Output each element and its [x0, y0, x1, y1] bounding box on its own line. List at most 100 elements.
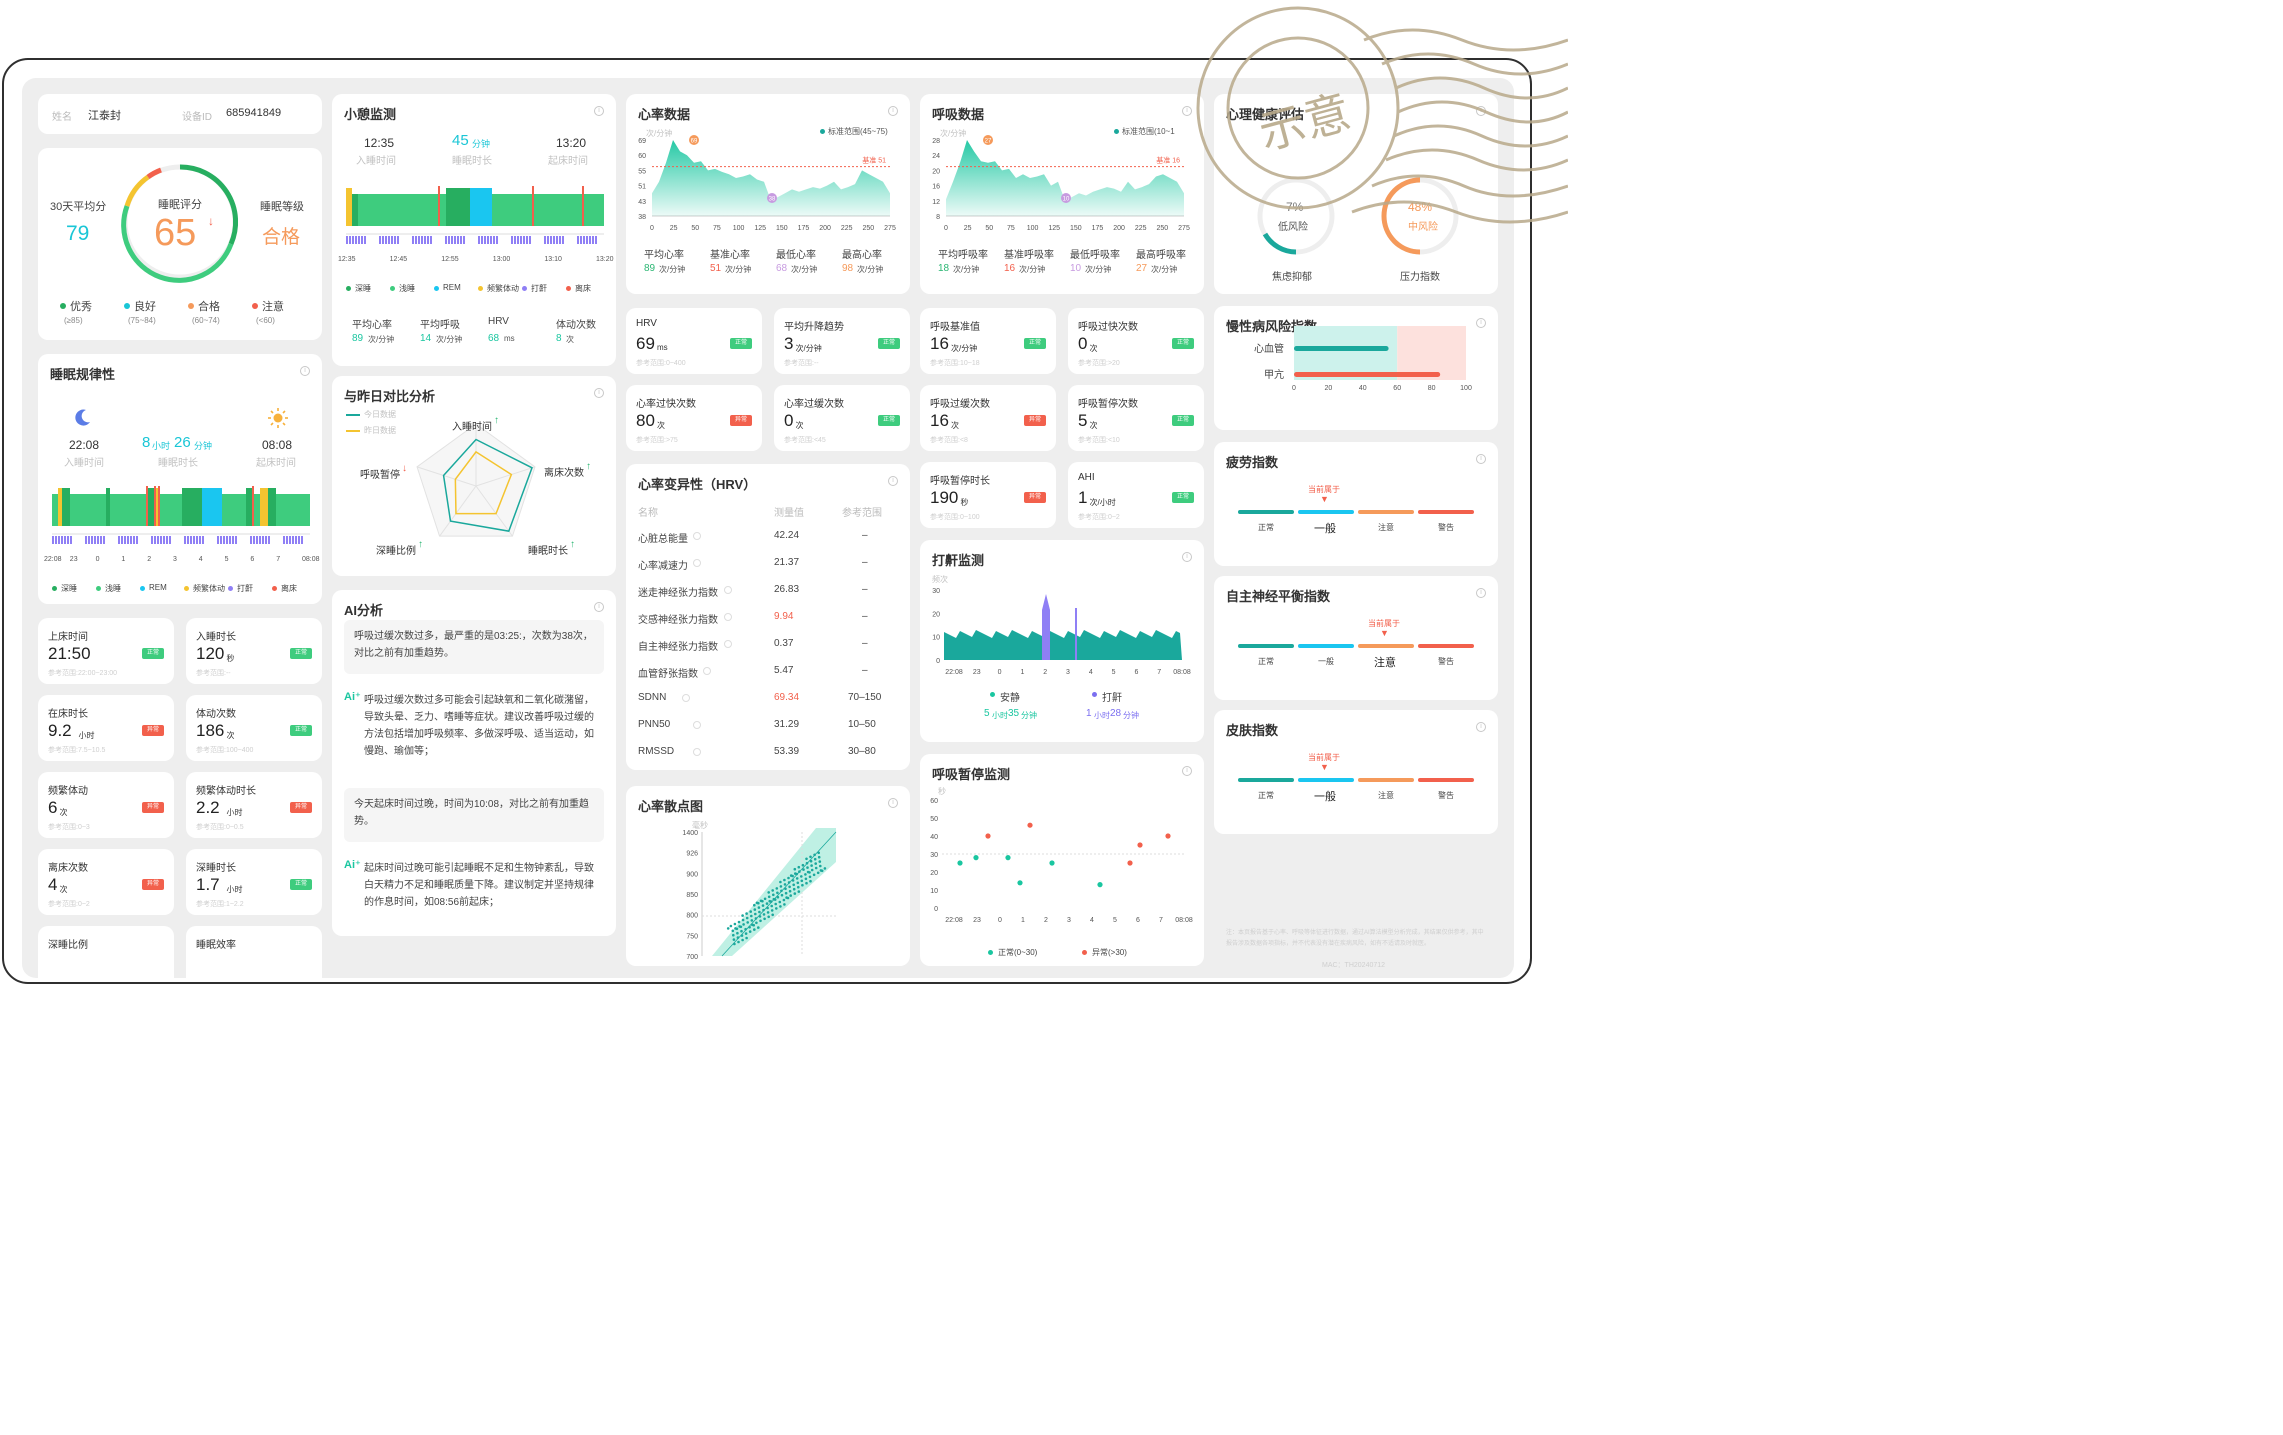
scatter-point	[767, 895, 771, 899]
metric-label: 深睡比例	[48, 940, 88, 951]
stage-tick-label: 12:35	[338, 256, 356, 263]
metric-unit: 次	[657, 421, 665, 430]
metric-label: 平均升降趋势	[784, 322, 844, 333]
current-marker-icon: ▼	[1320, 494, 1329, 504]
hrv-row-range: –	[862, 665, 868, 676]
info-icon[interactable]: i	[594, 106, 604, 116]
ai-analysis-card: AI分析 i 呼吸过缓次数过多，最严重的是03:25:，次数为38次，对比之前有…	[332, 590, 616, 936]
x-tick-label: 275	[884, 225, 896, 232]
stage-legend-label: REM	[149, 583, 167, 592]
info-icon[interactable]	[692, 559, 701, 567]
info-icon[interactable]: i	[888, 476, 898, 486]
x-tick-label: 1	[1020, 669, 1024, 676]
snore-tick	[496, 236, 498, 244]
scatter-point	[782, 898, 786, 902]
info-icon[interactable]	[724, 586, 732, 594]
scatter-point	[729, 924, 733, 928]
snore-tick	[160, 536, 162, 544]
snore-tick	[418, 236, 420, 244]
ai-note: 今天起床时间过晚，时间为10:08，对比之前有加重趋势。	[344, 788, 604, 842]
stat-label: 平均心率	[644, 250, 684, 261]
reg-sleep-label: 入睡时间	[64, 458, 104, 469]
info-icon[interactable]: i	[1476, 588, 1486, 598]
hrv-row-range: –	[862, 638, 868, 649]
hrv-card: 心率变异性（HRV） i 名称 测量值 参考范围 心脏总能量 42.24 – 心率减速力 21…	[626, 464, 910, 770]
scatter-point	[793, 892, 797, 895]
snore-tick	[100, 536, 102, 544]
stat-value: 98	[842, 263, 854, 274]
snore-tick	[184, 536, 186, 544]
stage-legend-label: 深睡	[61, 584, 77, 593]
stage-segment	[222, 494, 246, 526]
stage-legend-label: 浅睡	[399, 284, 415, 293]
apnea-abnormal-point	[1027, 822, 1033, 828]
snore-tick	[289, 536, 291, 544]
scatter-point	[778, 900, 782, 904]
info-icon[interactable]	[692, 748, 701, 756]
ai-suggestion: Ai⁺ 呼吸过缓次数过多可能会引起缺氧和二氧化碳潴留，导致头晕、乏力、嗜睡等症状。…	[344, 688, 604, 774]
metric-unit: 次	[59, 808, 68, 817]
hrv-row-name: RMSSD	[638, 746, 675, 757]
y-tick-label: 10	[932, 635, 940, 642]
info-icon[interactable]: i	[1476, 106, 1486, 116]
low-label: 38	[769, 197, 776, 203]
metric-label: 心率过快次数	[636, 399, 696, 410]
x-tick-label: 50	[985, 225, 993, 232]
scatter-point	[817, 851, 820, 855]
info-icon[interactable]: i	[1476, 722, 1486, 732]
hrv-row-value: 9.94	[774, 611, 794, 622]
stage-legend-label: 浅睡	[105, 584, 121, 593]
stage-tick-label: 13:00	[492, 256, 511, 263]
info-icon[interactable]	[724, 640, 732, 648]
metric-ref: 参考范围:<8	[930, 437, 968, 444]
scatter-point	[796, 881, 800, 885]
status-badge-normal: 正常	[1172, 492, 1194, 503]
reg-dur-h: 8	[142, 434, 151, 451]
leave-bed-mark	[158, 486, 160, 526]
skin-index-card: 皮肤指数 i 正常 一般 注意 警告 当前属于 ▼	[1214, 710, 1498, 834]
snore-tick	[358, 236, 360, 244]
status-badge-normal: 正常	[1172, 338, 1194, 349]
info-icon[interactable]	[692, 532, 701, 540]
stat-unit: 次/分钟	[791, 265, 818, 274]
apnea-normal-point	[957, 860, 963, 866]
leave-bed-mark	[252, 486, 254, 526]
apnea-card: 呼吸暂停监测 i 秒 60 50 40 30 20 10 0 22:08 23 0 1 2 3 4 5 6 7 0…	[920, 754, 1204, 966]
info-icon[interactable]: i	[594, 602, 604, 612]
level-label: 睡眠等级	[260, 201, 304, 213]
device-id: 685941849	[226, 107, 282, 119]
snore-spike	[1075, 608, 1077, 660]
scatter-point	[798, 870, 801, 873]
status-badge-abnormal: 异常	[730, 415, 752, 426]
score-down-icon: ↓	[208, 214, 214, 228]
scatter-point	[785, 896, 788, 899]
metric-card: 呼吸暂停次数 5 次参考范围:<10 正常	[1068, 385, 1204, 451]
device-frame: 姓名 江泰封 设备ID 685941849 30天平均分 79 睡眠评分 65 …	[2, 58, 1532, 984]
hrv-row-range: –	[862, 584, 868, 595]
snore-tick	[556, 236, 558, 244]
scatter-point	[763, 897, 767, 901]
hrv-header: 名称	[638, 508, 658, 519]
x-tick-label: 225	[1135, 225, 1147, 232]
stat-label: 最高心率	[842, 250, 882, 261]
ai-note: 呼吸过缓次数过多，最严重的是03:25:，次数为38次，对比之前有加重趋势。	[344, 620, 604, 674]
metric-value: 190	[930, 488, 959, 507]
info-icon[interactable]	[682, 694, 690, 702]
snore-tick	[193, 536, 195, 544]
snore-tick	[223, 536, 225, 544]
y-tick-label: 926	[686, 851, 698, 858]
stage-segment	[106, 488, 110, 526]
info-icon[interactable]	[703, 667, 711, 675]
stat-value: 10	[1070, 263, 1082, 274]
info-icon[interactable]	[692, 721, 701, 729]
stat-label: 最高呼吸率	[1136, 250, 1186, 261]
hrv-row-value: 69.34	[774, 692, 800, 703]
snore-tick	[451, 236, 453, 244]
info-icon[interactable]	[724, 613, 732, 621]
status-badge-normal: 正常	[878, 338, 900, 349]
info-icon[interactable]: i	[1476, 454, 1486, 464]
snore-tick	[382, 236, 384, 244]
apnea-abnormal-point	[1137, 842, 1143, 848]
metric-card: 离床次数 4 次参考范围:0~2 异常	[38, 849, 174, 915]
info-icon[interactable]: i	[300, 366, 310, 376]
